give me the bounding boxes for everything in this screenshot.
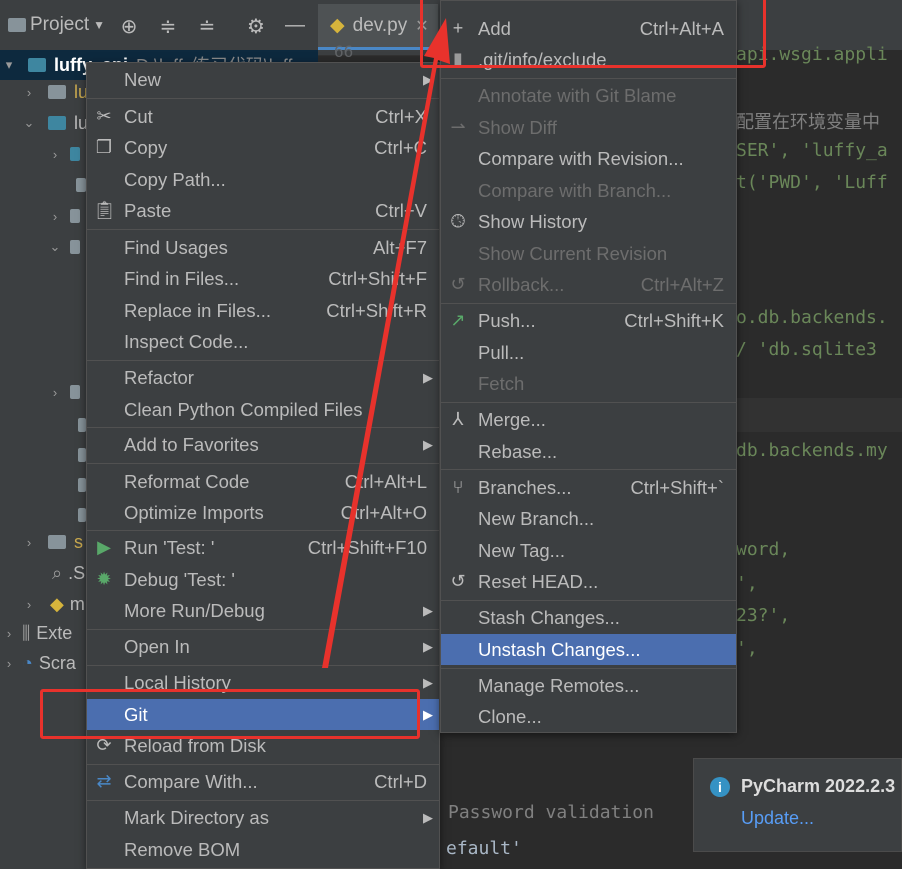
annotation-arrow [322,18,450,668]
annotation-arrow-shape [322,18,450,668]
